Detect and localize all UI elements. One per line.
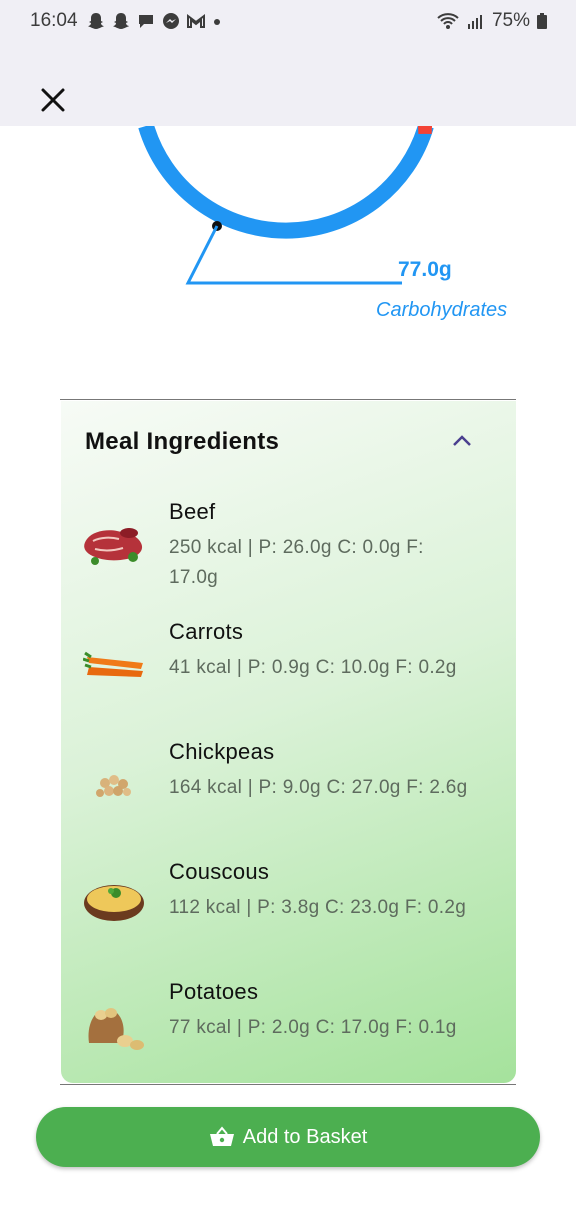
status-left: 16:04 — [30, 10, 223, 32]
basket-icon — [209, 1126, 234, 1146]
battery-text: 75% — [491, 10, 530, 31]
status-bar: 16:04 75% — [0, 0, 576, 42]
chickpeas-image — [96, 775, 131, 797]
snapchat-icon — [112, 13, 129, 29]
macro-label: Carbohydrates — [376, 299, 508, 321]
signal-icon — [467, 15, 482, 29]
ingredient-macros: 41 kcal | P: 0.9g C: 10.0g F: 0.2g — [169, 657, 457, 678]
ingredient-name: Couscous — [169, 859, 270, 884]
dot-icon — [213, 19, 220, 25]
snapchat-icon — [87, 13, 104, 29]
messenger-icon — [162, 13, 179, 29]
close-icon[interactable] — [38, 85, 68, 115]
macro-donut-chart — [138, 126, 434, 285]
ingredient-macros: 250 kcal | P: 26.0g C: 0.0g F: 17.0g — [169, 537, 424, 588]
divider — [60, 399, 516, 400]
ingredient-item-beef: Beef 250 kcal | P: 26.0g C: 0.0g F: 17.0… — [83, 499, 503, 609]
notification-icons — [86, 11, 223, 31]
gmail-icon — [186, 14, 205, 28]
battery-icon — [537, 13, 547, 29]
macro-value: 77.0g — [398, 258, 452, 281]
ingredient-name: Chickpeas — [169, 739, 275, 764]
ingredient-macros: 164 kcal | P: 9.0g C: 27.0g F: 2.6g — [169, 777, 468, 798]
header-bar — [0, 42, 576, 126]
beef-image — [84, 528, 143, 565]
ingredient-item-potatoes: Potatoes 77 kcal | P: 2.0g C: 17.0g F: 0… — [83, 979, 503, 1089]
couscous-image — [84, 885, 144, 921]
ingredient-macros: 112 kcal | P: 3.8g C: 23.0g F: 0.2g — [169, 897, 467, 918]
ingredients-title: Meal Ingredients — [85, 428, 280, 455]
add-to-basket-button[interactable]: Add to Basket — [36, 1107, 540, 1167]
carrots-image — [83, 651, 143, 677]
ingredient-item-couscous: Couscous 112 kcal | P: 3.8g C: 23.0g F: … — [83, 859, 503, 969]
ingredients-card: Meal Ingredients Beef 250 kcal | P: 26.0… — [61, 401, 516, 1083]
divider — [60, 1084, 516, 1085]
ingredient-item-chickpeas: Chickpeas 164 kcal | P: 9.0g C: 27.0g F:… — [83, 739, 503, 849]
status-right: 75% — [436, 10, 548, 32]
ingredient-name: Potatoes — [169, 979, 259, 1004]
add-to-basket-label: Add to Basket — [242, 1125, 368, 1148]
ingredient-name: Beef — [169, 499, 216, 524]
ingredient-name: Carrots — [169, 619, 244, 644]
potatoes-image — [88, 1008, 144, 1050]
ingredient-macros: 77 kcal | P: 2.0g C: 17.0g F: 0.1g — [169, 1017, 457, 1038]
chat-icon — [138, 15, 153, 28]
chevron-up-icon[interactable] — [450, 431, 474, 451]
wifi-icon — [437, 13, 459, 29]
ingredient-item-carrots: Carrots 41 kcal | P: 0.9g C: 10.0g F: 0.… — [83, 619, 503, 729]
carbs-arc — [138, 126, 434, 239]
status-time: 16:04 — [30, 10, 78, 31]
